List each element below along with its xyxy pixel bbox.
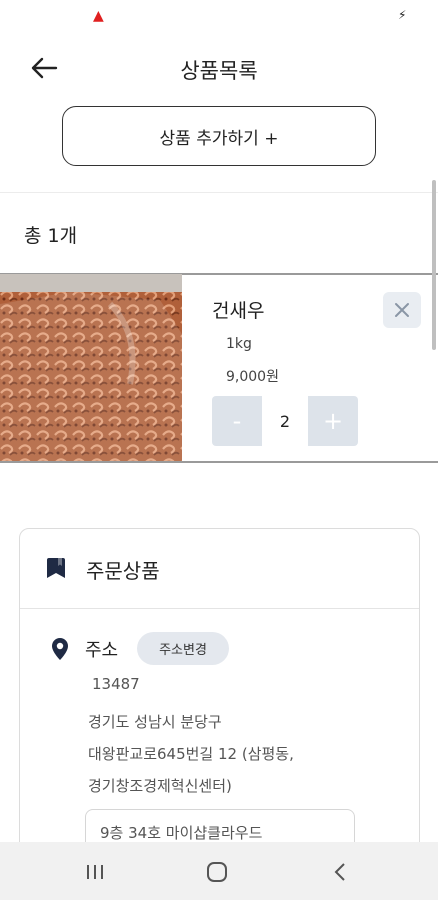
order-card: 주문상품 주소 주소변경 13487 경기도 성남시 분당구 대왕판교로645번…	[19, 528, 420, 888]
address-label: 주소	[85, 640, 119, 661]
decrease-quantity-button[interactable]: -	[212, 396, 262, 446]
home-button[interactable]	[197, 857, 237, 887]
status-bar: ▲ ⚡	[0, 0, 438, 32]
increase-quantity-button[interactable]: +	[308, 396, 358, 446]
back-nav-button[interactable]	[320, 857, 360, 887]
divider	[0, 461, 438, 463]
card-title: 주문상품	[86, 559, 160, 583]
recent-apps-button[interactable]	[75, 857, 115, 887]
product-name: 건새우	[212, 300, 265, 322]
product-weight: 1kg	[226, 336, 252, 352]
address-line: 경기창조경제혁신센터)	[88, 777, 232, 795]
list-item: 건새우 1kg 9,000원 - 2 +	[0, 274, 438, 461]
address-line: 경기도 성남시 분당구	[88, 713, 222, 731]
address-line: 대왕판교로645번길 12 (삼평동,	[88, 745, 294, 763]
quantity-value[interactable]: 2	[262, 396, 308, 446]
card-header: 주문상품	[20, 529, 419, 609]
charging-icon: ⚡	[398, 8, 407, 22]
home-icon	[207, 862, 227, 882]
bookmark-icon	[47, 558, 65, 578]
product-price: 9,000원	[226, 369, 279, 385]
quantity-stepper: - 2 +	[212, 396, 358, 446]
scrollbar[interactable]	[432, 180, 436, 350]
add-product-button[interactable]: 상품 추가하기 +	[62, 106, 376, 166]
recent-apps-icon	[87, 865, 103, 879]
chevron-left-icon	[334, 863, 345, 881]
divider	[0, 192, 438, 193]
app-bar: 상품목록	[0, 40, 438, 98]
change-address-button[interactable]: 주소변경	[137, 632, 229, 665]
total-count: 총 1개	[24, 225, 78, 247]
notification-icon: ▲	[93, 8, 104, 24]
page-title: 상품목록	[180, 59, 258, 83]
remove-product-button[interactable]	[383, 292, 421, 328]
system-nav-bar	[0, 842, 438, 900]
zip-code: 13487	[92, 675, 140, 693]
product-image	[0, 274, 182, 461]
location-pin-icon	[52, 638, 68, 660]
close-icon	[395, 303, 409, 317]
